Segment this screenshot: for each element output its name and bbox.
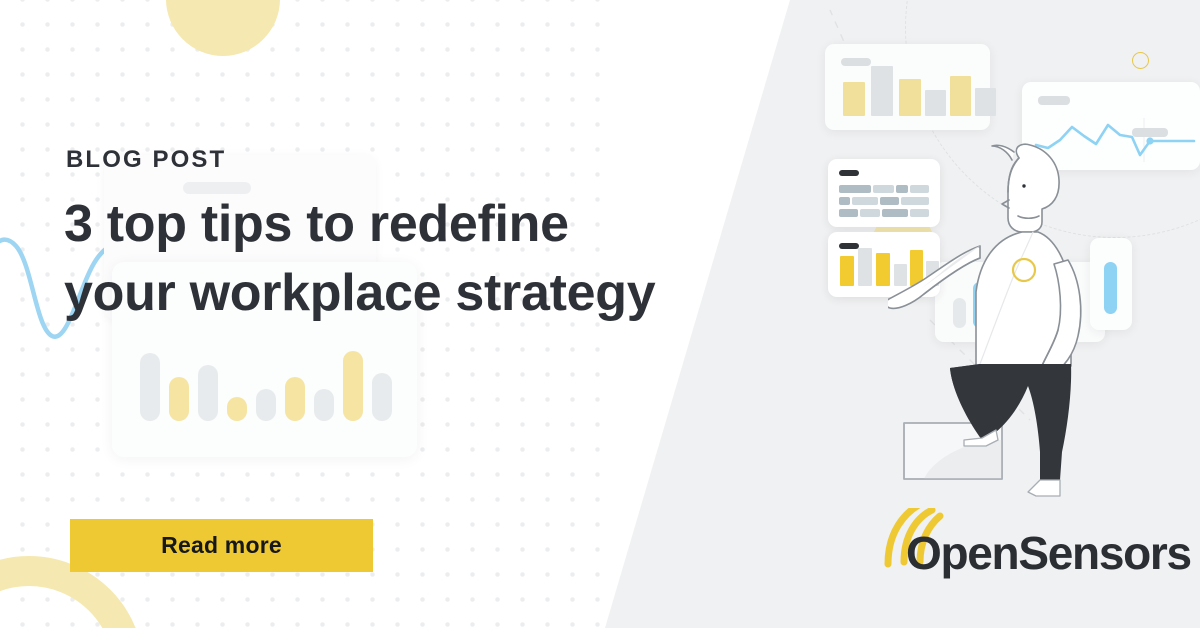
brand-name: OpenSensors <box>906 527 1192 579</box>
page-title: 3 top tips to redefine your workplace st… <box>64 190 764 328</box>
card-bar-chart-top-bars <box>825 44 996 130</box>
card-bar-chart-top <box>825 44 996 130</box>
headline-line-1: 3 top tips to redefine <box>64 195 569 253</box>
person-illustration <box>888 143 1082 497</box>
read-more-button[interactable]: Read more <box>70 519 373 572</box>
kicker-label: BLOG POST <box>66 146 227 173</box>
headline-line-2: your workplace strategy <box>64 264 656 322</box>
card-label-pill-dark <box>839 170 859 176</box>
line-chart-tooltip-pill <box>1132 128 1168 137</box>
social-card-canvas: BLOG POST 3 top tips to redefine your wo… <box>0 0 1200 628</box>
